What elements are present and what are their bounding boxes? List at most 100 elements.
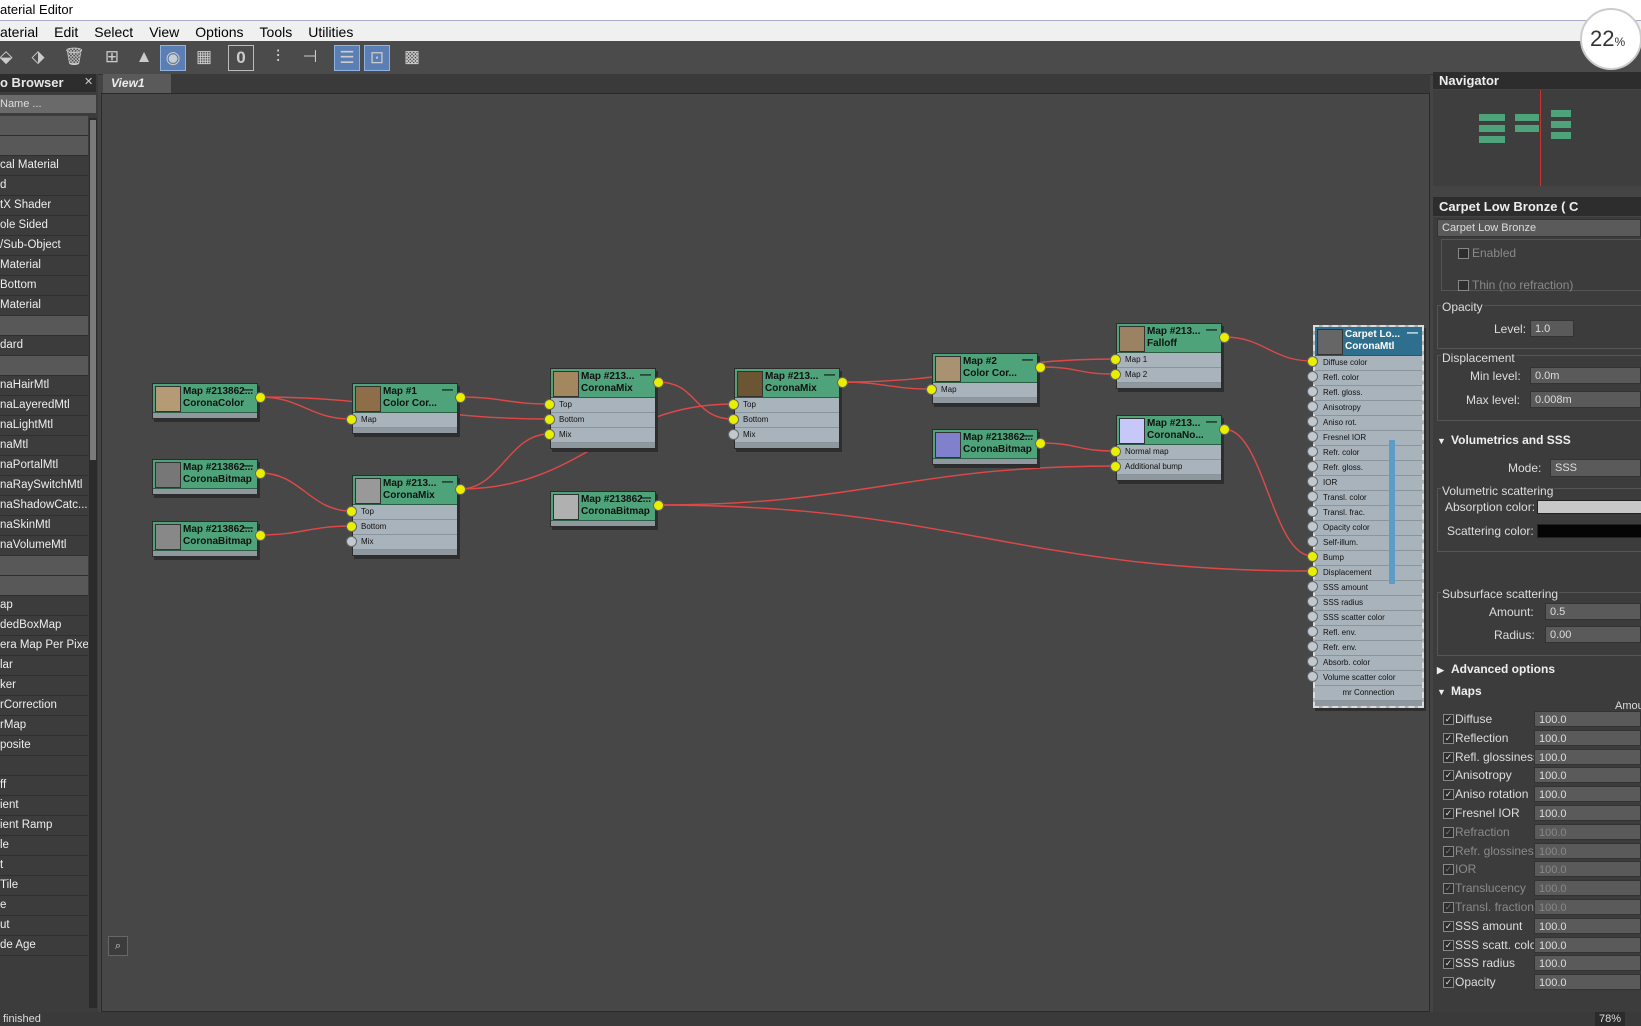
input-socket[interactable]	[1307, 551, 1318, 562]
node-slot[interactable]: Refr. gloss.	[1315, 461, 1422, 476]
input-socket[interactable]	[1307, 386, 1318, 397]
browser-item[interactable]: Bottom	[0, 276, 88, 296]
browser-item[interactable]: rCorrection	[0, 696, 88, 716]
output-socket[interactable]	[1035, 438, 1046, 449]
node-slot[interactable]: Map	[933, 383, 1037, 398]
browser-item[interactable]: d	[0, 176, 88, 196]
input-socket[interactable]	[1307, 506, 1318, 517]
input-socket[interactable]	[1307, 656, 1318, 667]
node-bitmap3[interactable]: Map #213862... CoronaBitmap —	[550, 491, 656, 527]
browser-item[interactable]: Material	[0, 296, 88, 316]
move-children-icon[interactable]: ⊞	[100, 45, 124, 69]
input-socket[interactable]	[1307, 371, 1318, 382]
input-socket[interactable]	[1307, 416, 1318, 427]
browser-group-header[interactable]	[0, 576, 88, 596]
node-slot[interactable]: Mix	[735, 428, 839, 443]
node-slot[interactable]: Refr. env.	[1315, 641, 1422, 656]
input-socket[interactable]	[1110, 369, 1121, 380]
node-slot[interactable]: Top	[551, 398, 655, 413]
node-view-canvas[interactable]	[101, 93, 1430, 1012]
node-slot[interactable]: Volume scatter color	[1315, 671, 1422, 686]
node-slot[interactable]: Map	[353, 413, 457, 428]
tab-view1[interactable]: View1	[103, 74, 171, 93]
browser-item[interactable]: t	[0, 856, 88, 876]
node-slot[interactable]: Map 2	[1117, 368, 1221, 383]
map-enable-checkbox[interactable]: ✓	[1443, 939, 1454, 951]
input-socket[interactable]	[1307, 431, 1318, 442]
browser-item[interactable]	[0, 756, 88, 776]
map-amount-spinner[interactable]: 100.0	[1534, 842, 1641, 859]
node-slot[interactable]: Normal map	[1117, 445, 1221, 460]
output-socket[interactable]	[653, 500, 664, 511]
node-header[interactable]: Map #213... CoronaMix —	[353, 476, 457, 505]
input-socket[interactable]	[1110, 354, 1121, 365]
node-slot[interactable]: Bottom	[735, 413, 839, 428]
input-socket[interactable]	[1307, 521, 1318, 532]
minimize-icon[interactable]: —	[242, 384, 253, 396]
map-amount-spinner[interactable]: 100.0	[1534, 786, 1641, 803]
input-socket[interactable]	[346, 521, 357, 532]
browser-item[interactable]: /Sub-Object	[0, 236, 88, 256]
browser-group-header[interactable]	[0, 556, 88, 576]
delete-icon[interactable]: 🗑	[62, 45, 86, 69]
browser-item[interactable]: tX Shader	[0, 196, 88, 216]
output-socket[interactable]	[255, 530, 266, 541]
input-socket[interactable]	[1307, 581, 1318, 592]
node-header[interactable]: Carpet Lo... CoronaMtl —	[1315, 327, 1422, 356]
node-slot[interactable]: Opacity color	[1315, 521, 1422, 536]
binoculars-icon[interactable]: ⌕	[108, 936, 128, 956]
output-socket[interactable]	[1035, 362, 1046, 373]
input-socket[interactable]	[1307, 641, 1318, 652]
node-slot[interactable]: SSS amount	[1315, 581, 1422, 596]
browser-item[interactable]: cal Material	[0, 156, 88, 176]
node-header[interactable]: Map #213... CoronaMix —	[735, 369, 839, 398]
browser-search-input[interactable]: Name ...	[0, 95, 96, 113]
minimize-icon[interactable]: —	[824, 369, 835, 381]
node-slot[interactable]: Absorb. color	[1315, 656, 1422, 671]
map-amount-spinner[interactable]: 100.0	[1534, 917, 1641, 934]
minimize-icon[interactable]: —	[1022, 354, 1033, 366]
browser-item[interactable]: ker	[0, 676, 88, 696]
browser-item[interactable]: dard	[0, 336, 88, 356]
minimize-icon[interactable]: —	[242, 460, 253, 472]
radius-spinner[interactable]: 0.00	[1545, 626, 1641, 643]
map-enable-checkbox[interactable]: ✓	[1443, 977, 1454, 989]
input-socket[interactable]	[1110, 461, 1121, 472]
minimize-icon[interactable]: —	[640, 369, 651, 381]
browser-item[interactable]: ff	[0, 776, 88, 796]
assign-icon[interactable]: ▲	[132, 45, 156, 69]
browser-item[interactable]: e	[0, 896, 88, 916]
node-slot[interactable]: Displacement	[1315, 566, 1422, 581]
advanced-options-section[interactable]: ▶ Advanced options	[1437, 660, 1641, 678]
browser-item[interactable]: naRaySwitchMtl	[0, 476, 88, 496]
input-socket[interactable]	[728, 429, 739, 440]
minimize-icon[interactable]: —	[1022, 430, 1033, 442]
map-enable-checkbox[interactable]: ✓	[1443, 826, 1454, 838]
layout-list-icon[interactable]: ☰	[334, 45, 360, 71]
material-id-button[interactable]: 0	[228, 45, 254, 71]
browser-item[interactable]: lar	[0, 656, 88, 676]
input-socket[interactable]	[346, 414, 357, 425]
node-slot[interactable]: Refr. color	[1315, 446, 1422, 461]
node-header[interactable]: Map #213862... CoronaBitmap —	[551, 492, 655, 521]
node-slot[interactable]: Refl. env.	[1315, 626, 1422, 641]
browser-item[interactable]: ient Ramp	[0, 816, 88, 836]
map-amount-spinner[interactable]: 100.0	[1534, 955, 1641, 972]
browser-item[interactable]: naShadowCatc...	[0, 496, 88, 516]
node-slot[interactable]: Aniso rot.	[1315, 416, 1422, 431]
pick-material-icon[interactable]: ⬙	[0, 45, 18, 69]
node-mix2[interactable]: Map #213... CoronaMix — Top Bottom Mix	[734, 368, 840, 449]
minimize-icon[interactable]: —	[1407, 327, 1418, 339]
browser-item[interactable]: Tile	[0, 876, 88, 896]
map-enable-checkbox[interactable]: ✓	[1443, 808, 1454, 819]
browser-item[interactable]: naLayeredMtl	[0, 396, 88, 416]
input-socket[interactable]	[346, 536, 357, 547]
map-enable-checkbox[interactable]: ✓	[1443, 789, 1454, 801]
amount-spinner[interactable]: 0.5	[1545, 603, 1641, 620]
enabled-checkbox[interactable]	[1458, 248, 1469, 259]
input-socket[interactable]	[1307, 611, 1318, 622]
node-slot[interactable]: Map 1	[1117, 353, 1221, 368]
node-slot[interactable]: SSS radius	[1315, 596, 1422, 611]
node-color-correct2[interactable]: Map #2 Color Cor... — Map	[932, 353, 1038, 404]
map-enable-checkbox[interactable]: ✓	[1443, 714, 1454, 725]
